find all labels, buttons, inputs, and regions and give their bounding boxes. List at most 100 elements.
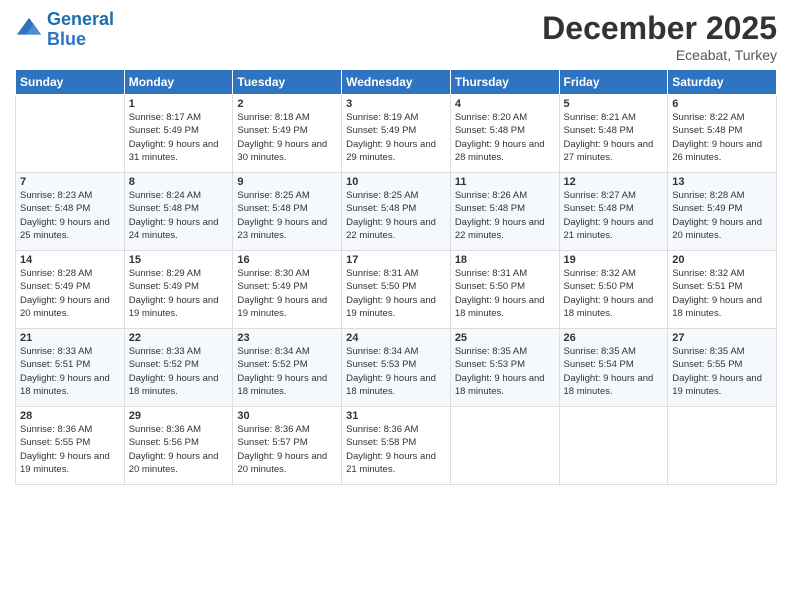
daylight: Daylight: 9 hours and 18 minutes. (237, 372, 337, 399)
day-cell: 28 Sunrise: 8:36 AM Sunset: 5:55 PM Dayl… (16, 407, 125, 485)
col-saturday: Saturday (668, 70, 777, 95)
week-row-5: 28 Sunrise: 8:36 AM Sunset: 5:55 PM Dayl… (16, 407, 777, 485)
day-number: 29 (129, 410, 229, 422)
daylight: Daylight: 9 hours and 18 minutes. (20, 372, 120, 399)
sunset: Sunset: 5:50 PM (455, 280, 555, 293)
sunrise: Sunrise: 8:35 AM (564, 345, 664, 358)
day-cell: 12 Sunrise: 8:27 AM Sunset: 5:48 PM Dayl… (559, 173, 668, 251)
sunrise: Sunrise: 8:32 AM (672, 267, 772, 280)
sunset: Sunset: 5:49 PM (672, 202, 772, 215)
daylight: Daylight: 9 hours and 30 minutes. (237, 138, 337, 165)
sunrise: Sunrise: 8:20 AM (455, 111, 555, 124)
day-number: 30 (237, 410, 337, 422)
sunrise: Sunrise: 8:21 AM (564, 111, 664, 124)
sunrise: Sunrise: 8:27 AM (564, 189, 664, 202)
sunset: Sunset: 5:54 PM (564, 358, 664, 371)
week-row-2: 7 Sunrise: 8:23 AM Sunset: 5:48 PM Dayli… (16, 173, 777, 251)
daylight: Daylight: 9 hours and 19 minutes. (346, 294, 446, 321)
day-info: Sunrise: 8:22 AM Sunset: 5:48 PM Dayligh… (672, 111, 772, 164)
day-cell: 26 Sunrise: 8:35 AM Sunset: 5:54 PM Dayl… (559, 329, 668, 407)
day-info: Sunrise: 8:21 AM Sunset: 5:48 PM Dayligh… (564, 111, 664, 164)
col-thursday: Thursday (450, 70, 559, 95)
daylight: Daylight: 9 hours and 18 minutes. (564, 294, 664, 321)
day-cell: 15 Sunrise: 8:29 AM Sunset: 5:49 PM Dayl… (124, 251, 233, 329)
daylight: Daylight: 9 hours and 18 minutes. (455, 372, 555, 399)
location-subtitle: Eceabat, Turkey (542, 47, 777, 63)
day-cell: 17 Sunrise: 8:31 AM Sunset: 5:50 PM Dayl… (342, 251, 451, 329)
day-info: Sunrise: 8:30 AM Sunset: 5:49 PM Dayligh… (237, 267, 337, 320)
sunrise: Sunrise: 8:35 AM (455, 345, 555, 358)
sunset: Sunset: 5:53 PM (346, 358, 446, 371)
day-number: 21 (20, 332, 120, 344)
sunset: Sunset: 5:48 PM (455, 124, 555, 137)
day-cell: 7 Sunrise: 8:23 AM Sunset: 5:48 PM Dayli… (16, 173, 125, 251)
day-number: 20 (672, 254, 772, 266)
daylight: Daylight: 9 hours and 28 minutes. (455, 138, 555, 165)
daylight: Daylight: 9 hours and 19 minutes. (129, 294, 229, 321)
sunset: Sunset: 5:48 PM (564, 124, 664, 137)
day-info: Sunrise: 8:24 AM Sunset: 5:48 PM Dayligh… (129, 189, 229, 242)
logo-icon (15, 16, 43, 44)
sunrise: Sunrise: 8:36 AM (237, 423, 337, 436)
sunset: Sunset: 5:48 PM (237, 202, 337, 215)
daylight: Daylight: 9 hours and 19 minutes. (237, 294, 337, 321)
day-cell (668, 407, 777, 485)
week-row-1: 1 Sunrise: 8:17 AM Sunset: 5:49 PM Dayli… (16, 95, 777, 173)
daylight: Daylight: 9 hours and 22 minutes. (346, 216, 446, 243)
day-number: 19 (564, 254, 664, 266)
daylight: Daylight: 9 hours and 26 minutes. (672, 138, 772, 165)
day-cell (16, 95, 125, 173)
sunrise: Sunrise: 8:17 AM (129, 111, 229, 124)
day-info: Sunrise: 8:25 AM Sunset: 5:48 PM Dayligh… (237, 189, 337, 242)
day-cell: 16 Sunrise: 8:30 AM Sunset: 5:49 PM Dayl… (233, 251, 342, 329)
sunset: Sunset: 5:49 PM (237, 124, 337, 137)
calendar-table: Sunday Monday Tuesday Wednesday Thursday… (15, 69, 777, 485)
day-number: 1 (129, 98, 229, 110)
sunset: Sunset: 5:48 PM (129, 202, 229, 215)
day-info: Sunrise: 8:26 AM Sunset: 5:48 PM Dayligh… (455, 189, 555, 242)
day-info: Sunrise: 8:29 AM Sunset: 5:49 PM Dayligh… (129, 267, 229, 320)
day-cell: 22 Sunrise: 8:33 AM Sunset: 5:52 PM Dayl… (124, 329, 233, 407)
sunset: Sunset: 5:48 PM (455, 202, 555, 215)
sunrise: Sunrise: 8:34 AM (346, 345, 446, 358)
daylight: Daylight: 9 hours and 21 minutes. (346, 450, 446, 477)
day-info: Sunrise: 8:17 AM Sunset: 5:49 PM Dayligh… (129, 111, 229, 164)
day-number: 16 (237, 254, 337, 266)
day-number: 8 (129, 176, 229, 188)
daylight: Daylight: 9 hours and 18 minutes. (129, 372, 229, 399)
daylight: Daylight: 9 hours and 22 minutes. (455, 216, 555, 243)
day-number: 15 (129, 254, 229, 266)
day-cell: 10 Sunrise: 8:25 AM Sunset: 5:48 PM Dayl… (342, 173, 451, 251)
day-number: 18 (455, 254, 555, 266)
day-info: Sunrise: 8:35 AM Sunset: 5:55 PM Dayligh… (672, 345, 772, 398)
day-info: Sunrise: 8:36 AM Sunset: 5:58 PM Dayligh… (346, 423, 446, 476)
sunrise: Sunrise: 8:36 AM (20, 423, 120, 436)
daylight: Daylight: 9 hours and 24 minutes. (129, 216, 229, 243)
day-number: 5 (564, 98, 664, 110)
col-wednesday: Wednesday (342, 70, 451, 95)
day-number: 17 (346, 254, 446, 266)
sunset: Sunset: 5:49 PM (237, 280, 337, 293)
day-number: 10 (346, 176, 446, 188)
day-number: 24 (346, 332, 446, 344)
sunrise: Sunrise: 8:32 AM (564, 267, 664, 280)
calendar-body: 1 Sunrise: 8:17 AM Sunset: 5:49 PM Dayli… (16, 95, 777, 485)
sunrise: Sunrise: 8:36 AM (346, 423, 446, 436)
sunrise: Sunrise: 8:18 AM (237, 111, 337, 124)
day-info: Sunrise: 8:18 AM Sunset: 5:49 PM Dayligh… (237, 111, 337, 164)
day-cell: 1 Sunrise: 8:17 AM Sunset: 5:49 PM Dayli… (124, 95, 233, 173)
day-number: 26 (564, 332, 664, 344)
sunset: Sunset: 5:48 PM (346, 202, 446, 215)
day-cell: 13 Sunrise: 8:28 AM Sunset: 5:49 PM Dayl… (668, 173, 777, 251)
day-cell: 4 Sunrise: 8:20 AM Sunset: 5:48 PM Dayli… (450, 95, 559, 173)
day-info: Sunrise: 8:36 AM Sunset: 5:57 PM Dayligh… (237, 423, 337, 476)
day-info: Sunrise: 8:32 AM Sunset: 5:51 PM Dayligh… (672, 267, 772, 320)
col-friday: Friday (559, 70, 668, 95)
sunset: Sunset: 5:51 PM (672, 280, 772, 293)
col-sunday: Sunday (16, 70, 125, 95)
day-cell: 29 Sunrise: 8:36 AM Sunset: 5:56 PM Dayl… (124, 407, 233, 485)
day-info: Sunrise: 8:33 AM Sunset: 5:51 PM Dayligh… (20, 345, 120, 398)
day-cell: 23 Sunrise: 8:34 AM Sunset: 5:52 PM Dayl… (233, 329, 342, 407)
day-number: 23 (237, 332, 337, 344)
sunrise: Sunrise: 8:31 AM (455, 267, 555, 280)
